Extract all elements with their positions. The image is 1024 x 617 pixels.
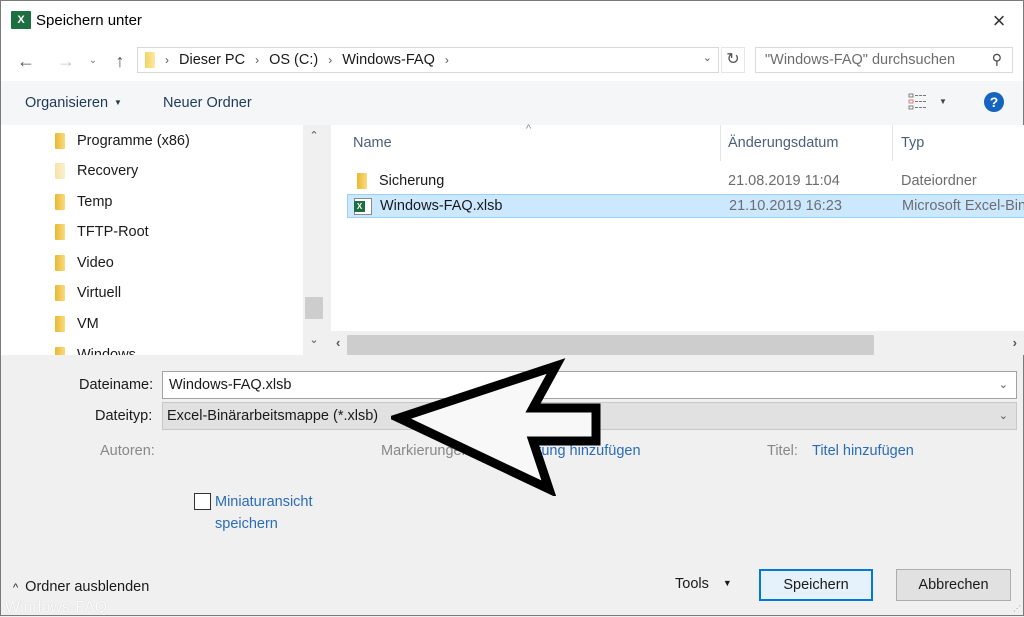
view-dropdown-caret-icon[interactable]: ▼ bbox=[939, 97, 947, 106]
filetype-value: Excel-Binärarbeitsmappe (*.xlsb) bbox=[167, 408, 379, 424]
file-list-horizontal-scrollbar[interactable]: ‹ › bbox=[331, 331, 1024, 355]
chevron-right-icon[interactable]: › bbox=[328, 53, 332, 67]
hide-folders-button[interactable]: ^ Ordner ausblenden bbox=[13, 579, 149, 595]
file-row-windows-faq-xlsb[interactable]: X Windows-FAQ.xlsb 21.10.2019 16:23 Micr… bbox=[347, 194, 1024, 218]
folder-icon bbox=[55, 133, 65, 149]
chevron-right-icon[interactable]: › bbox=[255, 53, 259, 67]
chevron-right-icon[interactable]: › bbox=[445, 53, 449, 67]
help-icon[interactable]: ? bbox=[984, 92, 1004, 112]
search-icon[interactable]: ⚲ bbox=[992, 51, 1002, 68]
nav-item-recovery[interactable]: Recovery bbox=[55, 157, 138, 185]
chevron-down-icon[interactable]: ⌄ bbox=[999, 409, 1008, 422]
resize-grip-icon[interactable]: ⋰ bbox=[1013, 604, 1021, 613]
folder-icon bbox=[55, 163, 65, 179]
filetype-dropdown[interactable]: Excel-Binärarbeitsmappe (*.xlsb) ⌄ bbox=[162, 402, 1017, 430]
filename-label: Dateiname: bbox=[79, 377, 154, 393]
organize-label: Organisieren bbox=[25, 95, 109, 111]
tags-label: Markierungen: bbox=[381, 443, 474, 459]
save-button[interactable]: Speichern bbox=[759, 569, 873, 601]
watermark: Windows-FAQ bbox=[5, 599, 108, 616]
folder-icon bbox=[55, 224, 65, 240]
folder-icon bbox=[357, 173, 367, 189]
folder-icon bbox=[55, 347, 65, 355]
column-header-name[interactable]: Name bbox=[353, 125, 392, 161]
scrollbar-thumb[interactable] bbox=[305, 297, 323, 319]
view-options-icon[interactable] bbox=[908, 93, 928, 111]
folder-icon bbox=[55, 194, 65, 210]
chevron-down-icon[interactable]: ⌄ bbox=[703, 51, 712, 64]
nav-item-video[interactable]: Video bbox=[55, 249, 114, 277]
filename-field[interactable]: ⌄ bbox=[162, 371, 1017, 399]
column-header-type[interactable]: Typ bbox=[901, 125, 924, 161]
column-divider[interactable] bbox=[720, 125, 721, 161]
navigation-pane: Programme (x86) Recovery Temp TFTP-Root … bbox=[1, 125, 325, 355]
command-toolbar: Organisieren ▼ Neuer Ordner bbox=[1, 81, 1023, 125]
breadcrumb-dieser-pc[interactable]: Dieser PC bbox=[179, 52, 245, 68]
scroll-right-icon[interactable]: › bbox=[1013, 335, 1017, 350]
nav-item-programme-x86[interactable]: Programme (x86) bbox=[55, 127, 190, 155]
title-label: Titel: bbox=[767, 443, 798, 459]
forward-arrow-icon[interactable]: → bbox=[55, 49, 77, 73]
nav-item-windows[interactable]: Windows bbox=[55, 341, 136, 355]
new-folder-button[interactable]: Neuer Ordner bbox=[163, 95, 252, 111]
excel-file-icon: X bbox=[354, 197, 372, 215]
dialog-title: Speichern unter bbox=[36, 12, 142, 29]
search-input[interactable] bbox=[756, 48, 976, 72]
save-as-dialog: X Speichern unter × ← → ⌄ ↑ › Dieser PC … bbox=[0, 0, 1024, 616]
up-arrow-icon[interactable]: ↑ bbox=[109, 49, 131, 73]
add-title-link[interactable]: Titel hinzufügen bbox=[812, 443, 914, 459]
save-thumbnail-label[interactable]: Miniaturansicht speichern bbox=[215, 491, 313, 535]
folder-icon bbox=[55, 255, 65, 271]
save-thumbnail-checkbox[interactable] bbox=[194, 493, 211, 510]
cancel-button[interactable]: Abbrechen bbox=[896, 569, 1011, 601]
back-arrow-icon[interactable]: ← bbox=[15, 49, 37, 73]
scroll-down-icon[interactable]: ⌄ bbox=[303, 333, 325, 353]
caret-down-icon: ▼ bbox=[114, 98, 122, 107]
folder-icon bbox=[55, 285, 65, 301]
scrollbar-thumb[interactable] bbox=[347, 335, 874, 355]
breadcrumb-os-c[interactable]: OS (C:) bbox=[269, 52, 318, 68]
nav-pane-scrollbar[interactable]: ⌃ ⌄ bbox=[303, 125, 325, 355]
chevron-down-icon[interactable]: ⌄ bbox=[999, 378, 1008, 391]
folder-icon bbox=[55, 316, 65, 332]
tools-dropdown[interactable]: Tools ▼ bbox=[675, 576, 732, 592]
search-box[interactable]: ⚲ bbox=[755, 47, 1013, 73]
column-header-date[interactable]: Änderungsdatum bbox=[728, 125, 838, 161]
close-button[interactable]: × bbox=[987, 7, 1011, 35]
organize-button[interactable]: Organisieren ▼ bbox=[25, 95, 122, 111]
file-list: ^ Name Änderungsdatum Typ Sicherung 21.0… bbox=[331, 123, 1024, 331]
scroll-up-icon[interactable]: ⌃ bbox=[303, 129, 325, 149]
title-bar: X Speichern unter × bbox=[1, 1, 1023, 41]
scroll-left-icon[interactable]: ‹ bbox=[336, 335, 340, 350]
folder-icon bbox=[145, 52, 155, 68]
caret-down-icon: ▼ bbox=[722, 578, 732, 588]
address-bar[interactable]: › Dieser PC › OS (C:) › Windows-FAQ › ⌄ bbox=[137, 47, 719, 73]
add-tag-link[interactable]: Markierung hinzufügen bbox=[493, 443, 641, 459]
breadcrumb-windows-faq[interactable]: Windows-FAQ bbox=[342, 52, 435, 68]
authors-label: Autoren: bbox=[100, 443, 155, 459]
filetype-label: Dateityp: bbox=[95, 408, 153, 424]
chevron-right-icon[interactable]: › bbox=[165, 53, 169, 67]
refresh-icon[interactable]: ↻ bbox=[721, 47, 745, 73]
column-divider[interactable] bbox=[892, 125, 893, 161]
filename-input[interactable] bbox=[163, 372, 983, 398]
nav-item-temp[interactable]: Temp bbox=[55, 188, 112, 216]
file-row-sicherung[interactable]: Sicherung 21.08.2019 11:04 Dateiordner bbox=[347, 169, 1024, 193]
excel-icon: X bbox=[11, 11, 31, 29]
nav-item-vm[interactable]: VM bbox=[55, 310, 99, 338]
chevron-up-icon: ^ bbox=[13, 582, 19, 594]
nav-item-tftp-root[interactable]: TFTP-Root bbox=[55, 218, 149, 246]
nav-item-virtuell[interactable]: Virtuell bbox=[55, 279, 121, 307]
recent-locations-chevron-icon[interactable]: ⌄ bbox=[85, 49, 101, 73]
sort-ascending-icon: ^ bbox=[526, 123, 532, 135]
